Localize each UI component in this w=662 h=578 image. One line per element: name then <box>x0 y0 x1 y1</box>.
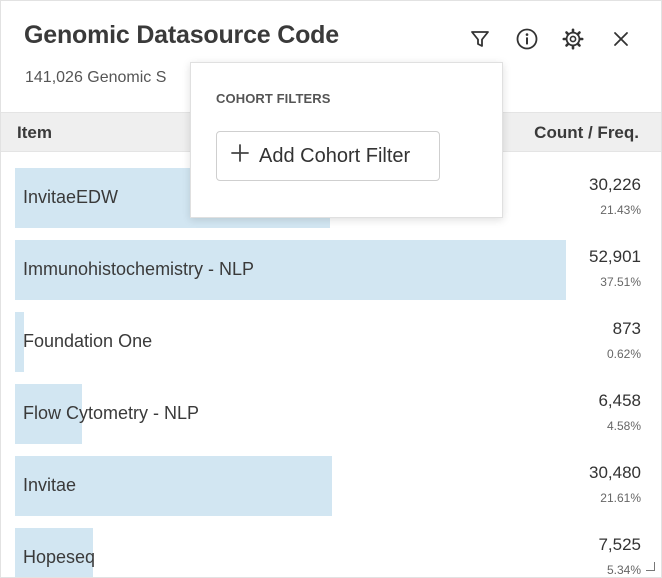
row-label: Flow Cytometry - NLP <box>23 403 200 423</box>
row-count: 30,480 <box>589 463 641 482</box>
add-cohort-filter-button[interactable]: Add Cohort Filter <box>216 131 440 181</box>
row-frequency: 5.34% <box>606 563 641 577</box>
resize-handle[interactable] <box>646 562 655 571</box>
add-cohort-filter-label: Add Cohort Filter <box>259 144 411 167</box>
row-label: Immunohistochemistry - NLP <box>23 259 255 279</box>
row-label: InvitaeEDW <box>23 187 119 207</box>
settings-button[interactable] <box>559 25 587 53</box>
column-header-item[interactable]: Item <box>17 123 52 143</box>
gear-icon <box>562 28 584 50</box>
widget-subtitle: 141,026 Genomic S <box>25 69 167 86</box>
filter-icon <box>471 31 489 47</box>
table-row[interactable]: Invitae 30,480 21.61% <box>1 441 661 516</box>
table-row[interactable]: Flow Cytometry - NLP 6,458 4.58% <box>1 369 661 444</box>
filter-button[interactable] <box>466 25 494 53</box>
row-count: 52,901 <box>589 247 641 266</box>
row-frequency: 37.51% <box>600 275 641 289</box>
info-icon <box>516 28 538 50</box>
cohort-filters-popover: COHORT FILTERS Add Cohort Filter <box>190 62 503 218</box>
row-label: Foundation One <box>23 331 153 351</box>
row-count: 6,458 <box>598 391 641 410</box>
row-count: 7,525 <box>598 535 641 554</box>
row-frequency: 21.43% <box>600 203 641 217</box>
row-frequency: 0.62% <box>606 347 641 361</box>
info-button[interactable] <box>513 25 541 53</box>
row-count: 30,226 <box>589 175 641 194</box>
column-header-count[interactable]: Count / Freq. <box>534 123 639 143</box>
row-frequency: 21.61% <box>600 491 641 505</box>
table-row[interactable]: Hopeseq 7,525 5.34% <box>1 513 661 577</box>
popover-heading: COHORT FILTERS <box>216 91 331 106</box>
row-label: Hopeseq <box>23 547 96 567</box>
row-frequency: 4.58% <box>606 419 641 433</box>
widget-title: Genomic Datasource Code <box>24 21 339 49</box>
close-icon <box>614 32 628 46</box>
plus-icon <box>231 143 251 167</box>
row-label: Invitae <box>23 475 77 495</box>
close-button[interactable] <box>607 25 635 53</box>
table-row[interactable]: Immunohistochemistry - NLP 52,901 37.51% <box>1 225 661 300</box>
row-count: 873 <box>612 319 641 338</box>
table-row[interactable]: Foundation One 873 0.62% <box>1 297 661 372</box>
